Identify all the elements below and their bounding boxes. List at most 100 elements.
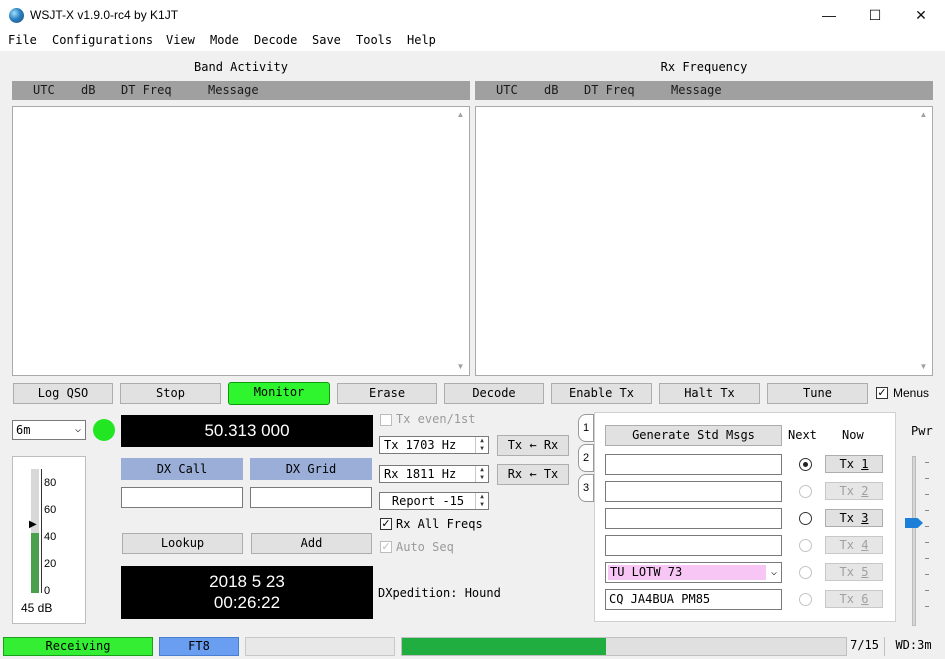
monitor-button[interactable]: Monitor: [228, 382, 330, 405]
scroll-up-icon[interactable]: ▲: [453, 108, 468, 122]
column-utc: UTC: [33, 83, 55, 97]
meter-tick-0: 0: [44, 585, 51, 597]
close-button[interactable]: ✕: [898, 0, 944, 31]
rx-frequency-spinbox[interactable]: Rx 1811 Hz ▲ ▼: [379, 465, 489, 483]
log-qso-button[interactable]: Log QSO: [13, 383, 113, 404]
tx-from-rx-button[interactable]: Tx ← Rx: [497, 435, 569, 456]
tx2-next-radio[interactable]: [799, 485, 812, 498]
band-select[interactable]: 6m ⌵: [12, 420, 86, 440]
next-label: Next: [788, 428, 817, 442]
rx-all-freqs-label: Rx All Freqs: [396, 517, 483, 531]
band-activity-header: UTC dB DT Freq Message: [12, 81, 470, 100]
app-icon: [9, 8, 24, 23]
tx5-message-value: TU LOTW 73: [608, 565, 766, 580]
status-message: [245, 637, 395, 656]
minimize-button[interactable]: —: [806, 0, 852, 31]
dxpedition-label: DXpedition: Hound: [378, 586, 501, 600]
clock-display: 2018 5 23 00:26:22: [121, 566, 373, 619]
tx3-number: 3: [861, 511, 869, 525]
clock-date: 2018 5 23: [209, 572, 285, 591]
power-slider-handle[interactable]: [905, 518, 923, 528]
column-db: dB: [544, 83, 559, 97]
band-activity-scrollbar[interactable]: ▲ ▼: [453, 108, 468, 374]
tx6-now-button[interactable]: Tx 6: [825, 590, 883, 608]
enable-tx-button[interactable]: Enable Tx: [551, 383, 652, 404]
meter-peak-arrow-icon: ▶: [29, 519, 37, 530]
spin-arrows-icon[interactable]: ▲ ▼: [475, 466, 488, 482]
signal-meter: 80 60 40 20 0 ▶ 45 dB: [12, 456, 86, 624]
auto-seq-checkbox[interactable]: ✓: [380, 541, 392, 553]
band-activity-list[interactable]: ▲ ▼: [12, 106, 470, 376]
tx3-now-button[interactable]: Tx 3: [825, 509, 883, 527]
tx5-now-button[interactable]: Tx 5: [825, 563, 883, 581]
tab-3[interactable]: 3: [578, 474, 594, 502]
erase-button[interactable]: Erase: [337, 383, 437, 404]
tab-1[interactable]: 1: [578, 414, 594, 442]
dx-call-input[interactable]: [121, 487, 243, 508]
spin-arrows-icon[interactable]: ▲ ▼: [475, 437, 488, 453]
menu-file[interactable]: File: [8, 33, 37, 47]
meter-scale: [41, 469, 42, 593]
rx-frequency-list[interactable]: ▲ ▼: [475, 106, 933, 376]
tx2-now-button[interactable]: Tx 2: [825, 482, 883, 500]
power-slider-ticks: [925, 462, 929, 622]
scroll-up-icon[interactable]: ▲: [916, 108, 931, 122]
tx3-message-input[interactable]: [605, 508, 782, 529]
dx-grid-input[interactable]: [250, 487, 372, 508]
meter-tick-60: 60: [44, 504, 57, 516]
tx4-next-radio[interactable]: [799, 539, 812, 552]
tx-frequency-spinbox[interactable]: Tx 1703 Hz ▲ ▼: [379, 436, 489, 454]
tab-2[interactable]: 2: [578, 444, 594, 472]
power-slider-track[interactable]: [912, 456, 916, 626]
tx4-message-input[interactable]: [605, 535, 782, 556]
report-spinbox[interactable]: Report -15 ▲ ▼: [379, 492, 489, 510]
tx5-number: 5: [861, 565, 869, 579]
rx-frequency-value: Rx 1811 Hz: [384, 467, 457, 481]
tx4-now-button[interactable]: Tx 4: [825, 536, 883, 554]
tx5-next-radio[interactable]: [799, 566, 812, 579]
power-label: Pwr: [911, 424, 933, 438]
scroll-down-icon[interactable]: ▼: [916, 360, 931, 374]
band-select-value: 6m: [16, 423, 31, 437]
menu-view[interactable]: View: [166, 33, 195, 47]
menu-configurations[interactable]: Configurations: [52, 33, 153, 47]
rx-all-freqs-checkbox[interactable]: ✓: [380, 518, 392, 530]
tx1-next-radio[interactable]: [799, 458, 812, 471]
menu-save[interactable]: Save: [312, 33, 341, 47]
tx1-message-input[interactable]: [605, 454, 782, 475]
menu-help[interactable]: Help: [407, 33, 436, 47]
lookup-button[interactable]: Lookup: [122, 533, 243, 554]
tx1-now-button[interactable]: Tx 1: [825, 455, 883, 473]
dx-grid-label: DX Grid: [250, 458, 372, 480]
tx6-next-radio[interactable]: [799, 593, 812, 606]
scroll-down-icon[interactable]: ▼: [453, 360, 468, 374]
tune-button[interactable]: Tune: [767, 383, 868, 404]
spin-arrows-icon[interactable]: ▲ ▼: [475, 493, 488, 509]
dx-call-label: DX Call: [121, 458, 243, 480]
tx6-message-input[interactable]: CQ JA4BUA PM85: [605, 589, 782, 610]
tx2-message-input[interactable]: [605, 481, 782, 502]
watchdog-status: WD:3m: [884, 637, 942, 656]
add-button[interactable]: Add: [251, 533, 372, 554]
stop-button[interactable]: Stop: [120, 383, 221, 404]
rx-frequency-scrollbar[interactable]: ▲ ▼: [916, 108, 931, 374]
generate-std-msgs-button[interactable]: Generate Std Msgs: [605, 425, 782, 446]
menus-checkbox[interactable]: ✓: [876, 387, 888, 399]
meter-tick-20: 20: [44, 558, 57, 570]
report-value: Report -15: [391, 494, 465, 508]
band-activity-title: Band Activity: [194, 60, 288, 74]
menu-mode[interactable]: Mode: [210, 33, 239, 47]
menu-tools[interactable]: Tools: [356, 33, 392, 47]
maximize-button[interactable]: ☐: [852, 0, 898, 31]
meter-tick-80: 80: [44, 477, 57, 489]
halt-tx-button[interactable]: Halt Tx: [659, 383, 760, 404]
auto-seq-label: Auto Seq: [396, 540, 454, 554]
decode-button[interactable]: Decode: [444, 383, 544, 404]
rx-frequency-title: Rx Frequency: [660, 60, 748, 74]
tx5-message-combobox[interactable]: TU LOTW 73 ⌵: [605, 562, 782, 583]
tx3-next-radio[interactable]: [799, 512, 812, 525]
tx-even-checkbox[interactable]: [380, 414, 392, 426]
rx-from-tx-button[interactable]: Rx ← Tx: [497, 464, 569, 485]
receiving-status: Receiving: [3, 637, 153, 656]
menu-decode[interactable]: Decode: [254, 33, 297, 47]
